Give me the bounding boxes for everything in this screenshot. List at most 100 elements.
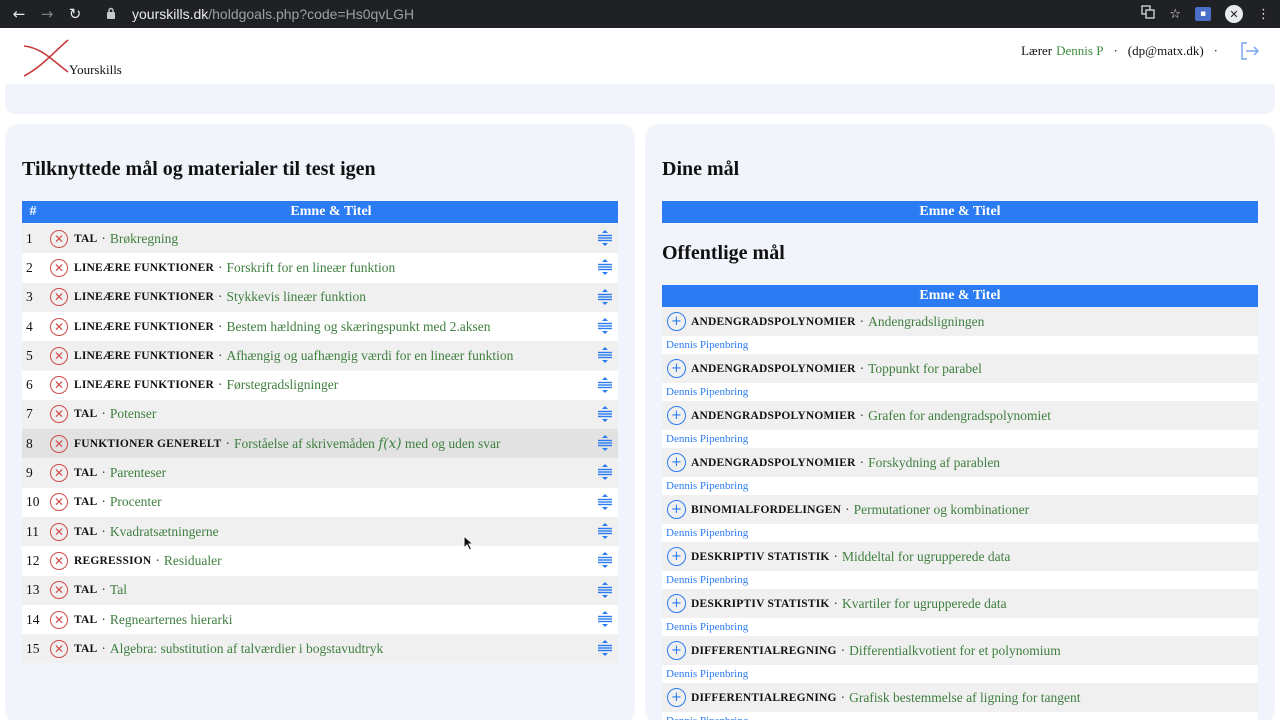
drag-handle-icon[interactable] xyxy=(597,522,613,540)
drag-handle-icon[interactable] xyxy=(597,288,613,306)
remove-goal-icon[interactable]: ✕ xyxy=(50,405,68,424)
table-row[interactable]: 1 ✕ TAL · Brøkregning xyxy=(22,224,618,254)
drag-handle-icon[interactable] xyxy=(597,376,613,394)
add-goal-icon[interactable]: + xyxy=(667,453,686,472)
drag-handle-icon[interactable] xyxy=(597,493,613,511)
back-icon[interactable]: ← xyxy=(8,3,30,25)
goal-title-link[interactable]: Differentialkvotient for et polynomium xyxy=(849,643,1061,659)
table-row[interactable]: 4 ✕ LINEÆRE FUNKTIONER · Bestem hældning og … xyxy=(22,311,618,342)
table-row[interactable]: 15 ✕ TAL · Algebra: substitution af talværdi… xyxy=(22,634,618,664)
remove-goal-icon[interactable]: ✕ xyxy=(50,317,68,336)
goal-title-link[interactable]: Algebra: substitution af talværdier i bo… xyxy=(110,641,383,657)
table-row[interactable]: 5 ✕ LINEÆRE FUNKTIONER · Afhængig og uafhæng… xyxy=(22,341,618,371)
user-name-link[interactable]: Dennis P xyxy=(1056,43,1103,59)
goal-author-link[interactable]: Dennis Pipenbring xyxy=(662,430,1258,448)
menu-icon[interactable]: ⋮ xyxy=(1257,7,1270,22)
remove-goal-icon[interactable]: ✕ xyxy=(50,522,68,541)
goal-title-link[interactable]: Residualer xyxy=(164,553,222,569)
goal-author-link[interactable]: Dennis Pipenbring xyxy=(662,618,1258,636)
add-goal-icon[interactable]: + xyxy=(667,688,686,707)
logout-icon[interactable] xyxy=(1238,40,1260,62)
drag-handle-icon[interactable] xyxy=(597,317,613,335)
remove-goal-icon[interactable]: ✕ xyxy=(50,639,68,658)
drag-handle-icon[interactable] xyxy=(597,405,613,423)
goal-title-link[interactable]: Grafisk bestemmelse af ligning for tange… xyxy=(849,690,1080,706)
drag-handle-icon[interactable] xyxy=(597,346,613,364)
table-row[interactable]: 7 ✕ TAL · Potenser xyxy=(22,399,618,430)
add-goal-icon[interactable]: + xyxy=(667,594,686,613)
add-goal-icon[interactable]: + xyxy=(667,641,686,660)
table-row[interactable]: 3 ✕ LINEÆRE FUNKTIONER · Stykkevis lineær fu… xyxy=(22,282,618,312)
forward-icon[interactable]: → xyxy=(36,3,58,25)
drag-handle-icon[interactable] xyxy=(597,551,613,569)
goal-title-link[interactable]: Førstegradsligninger xyxy=(227,377,339,393)
remove-goal-icon[interactable]: ✕ xyxy=(50,464,68,483)
drag-handle-icon[interactable] xyxy=(597,581,613,599)
goal-title-link[interactable]: Brøkregning xyxy=(110,231,178,247)
remove-goal-icon[interactable]: ✕ xyxy=(50,288,68,307)
goal-author-link[interactable]: Dennis Pipenbring xyxy=(662,383,1258,401)
goal-title-link[interactable]: Regnearternes hierarki xyxy=(110,612,233,628)
goal-title-link[interactable]: Bestem hældning og skæringspunkt med 2.a… xyxy=(227,319,491,335)
table-row[interactable]: 6 ✕ LINEÆRE FUNKTIONER · Førstegradsligninge… xyxy=(22,370,618,400)
goal-title-link[interactable]: Forståelse af skrivemåden f(x) med og ud… xyxy=(234,436,500,452)
goal-title-link[interactable]: Stykkevis lineær funktion xyxy=(227,289,367,305)
goal-title-link[interactable]: Kvadratsætningerne xyxy=(110,524,219,540)
table-row[interactable]: 13 ✕ TAL · Tal xyxy=(22,575,618,605)
separator-dot: · xyxy=(840,689,846,705)
add-goal-icon[interactable]: + xyxy=(667,312,686,331)
remove-goal-icon[interactable]: ✕ xyxy=(50,229,68,248)
goal-author-link[interactable]: Dennis Pipenbring xyxy=(662,336,1258,354)
goal-title-link[interactable]: Parenteser xyxy=(110,465,166,481)
remove-goal-icon[interactable]: ✕ xyxy=(50,376,68,395)
star-icon[interactable]: ☆ xyxy=(1169,7,1181,22)
drag-handle-icon[interactable] xyxy=(597,639,613,657)
profile-avatar-icon[interactable]: ✕ xyxy=(1225,5,1243,23)
goal-title-link[interactable]: Middeltal for ugrupperede data xyxy=(842,549,1010,565)
remove-goal-icon[interactable]: ✕ xyxy=(50,581,68,600)
table-row[interactable]: 14 ✕ TAL · Regnearternes hierarki xyxy=(22,604,618,635)
add-goal-icon[interactable]: + xyxy=(667,547,686,566)
remove-goal-icon[interactable]: ✕ xyxy=(50,434,68,453)
goal-author-link[interactable]: Dennis Pipenbring xyxy=(662,712,1258,720)
goal-title-link[interactable]: Procenter xyxy=(110,494,162,510)
table-row[interactable]: 11 ✕ TAL · Kvadratsætningerne xyxy=(22,517,618,547)
goal-title-link[interactable]: Tal xyxy=(110,582,127,598)
drag-handle-icon[interactable] xyxy=(597,463,613,481)
remove-goal-icon[interactable]: ✕ xyxy=(50,258,68,277)
drag-handle-icon[interactable] xyxy=(597,434,613,452)
goal-title-link[interactable]: Forskrift for en lineær funktion xyxy=(227,260,396,276)
add-goal-icon[interactable]: + xyxy=(667,500,686,519)
goal-title-link[interactable]: Kvartiler for ugrupperede data xyxy=(842,596,1007,612)
address-bar[interactable]: yourskills.dk/holdgoals.php?code=Hs0qvLG… xyxy=(96,3,1176,25)
drag-handle-icon[interactable] xyxy=(597,258,613,276)
goal-title-link[interactable]: Andengradsligningen xyxy=(868,314,984,330)
goal-title-link[interactable]: Toppunkt for parabel xyxy=(868,361,982,377)
goal-author-link[interactable]: Dennis Pipenbring xyxy=(662,665,1258,683)
translate-icon[interactable] xyxy=(1141,5,1155,23)
goal-title-link[interactable]: Grafen for andengradspolynomiet xyxy=(868,408,1051,424)
remove-goal-icon[interactable]: ✕ xyxy=(50,346,68,365)
extension-icon[interactable]: ▪ xyxy=(1195,7,1211,21)
table-row[interactable]: 9 ✕ TAL · Parenteser xyxy=(22,458,618,488)
table-row[interactable]: 2 ✕ LINEÆRE FUNKTIONER · Forskrift for en li… xyxy=(22,253,618,283)
goal-author-link[interactable]: Dennis Pipenbring xyxy=(662,571,1258,589)
add-goal-icon[interactable]: + xyxy=(667,359,686,378)
table-row[interactable]: 10 ✕ TAL · Procenter xyxy=(22,487,618,517)
goal-title-link[interactable]: Permutationer og kombinationer xyxy=(854,502,1029,518)
reload-icon[interactable]: ↻ xyxy=(64,3,86,25)
goal-title-link[interactable]: Afhængig og uafhængig værdi for en lineæ… xyxy=(227,348,514,364)
add-goal-icon[interactable]: + xyxy=(667,406,686,425)
remove-goal-icon[interactable]: ✕ xyxy=(50,493,68,512)
goal-author-link[interactable]: Dennis Pipenbring xyxy=(662,477,1258,495)
table-row[interactable]: 12 ✕ REGRESSION · Residualer xyxy=(22,546,618,576)
goal-author-link[interactable]: Dennis Pipenbring xyxy=(662,524,1258,542)
table-row[interactable]: 8 ✕ FUNKTIONER GENERELT · Forståelse af skri… xyxy=(22,429,618,459)
goal-topic: LINEÆRE FUNKTIONER xyxy=(74,379,215,392)
goal-title-link[interactable]: Potenser xyxy=(110,406,157,422)
goal-title-link[interactable]: Forskydning af parablen xyxy=(868,455,1000,471)
remove-goal-icon[interactable]: ✕ xyxy=(50,610,68,629)
drag-handle-icon[interactable] xyxy=(597,610,613,628)
drag-handle-icon[interactable] xyxy=(597,229,613,247)
remove-goal-icon[interactable]: ✕ xyxy=(50,551,68,570)
